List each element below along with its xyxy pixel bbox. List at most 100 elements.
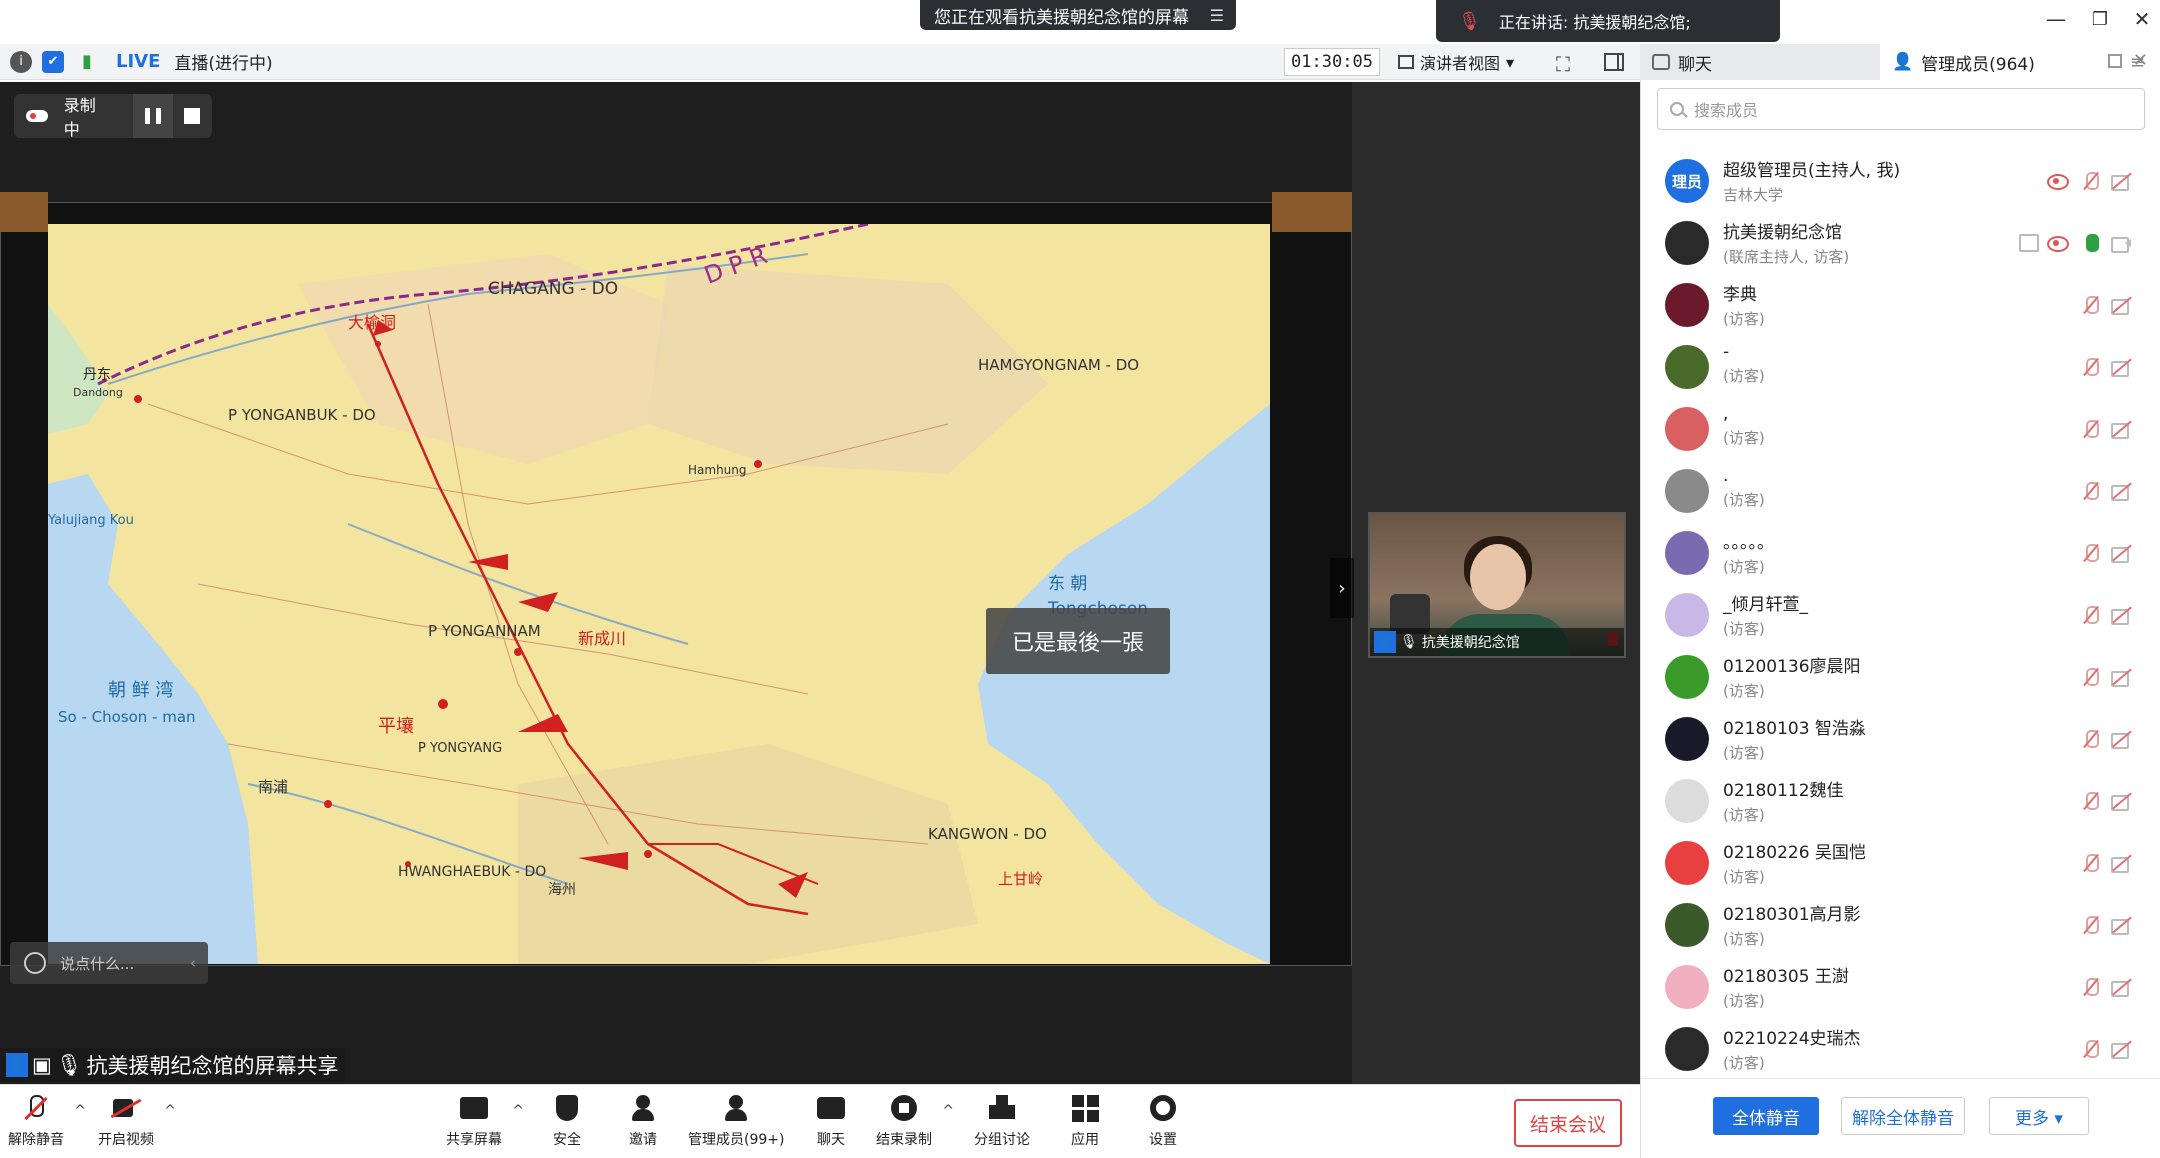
- chevron-right-icon[interactable]: ›: [1330, 558, 1354, 618]
- mute-all-button[interactable]: 全体静音: [1713, 1097, 1819, 1135]
- mic-muted-icon[interactable]: [2081, 730, 2101, 748]
- video-name-bar: 👤 🎙 抗美援朝纪念馆: [1370, 628, 1624, 656]
- chat-button[interactable]: 聊天: [816, 1093, 846, 1149]
- stop-recording-button[interactable]: [173, 94, 212, 138]
- avatar: [1665, 593, 1709, 637]
- manage-members-button[interactable]: 管理成员(99+): [688, 1093, 784, 1149]
- share-screen-icon: ▣: [32, 1053, 52, 1077]
- share-screen-button[interactable]: 共享屏幕 ^: [446, 1093, 524, 1149]
- camera-off-icon[interactable]: [2111, 482, 2131, 501]
- member-row[interactable]: 抗美援朝纪念馆 (联席主持人, 访客): [1641, 212, 2160, 274]
- emoji-icon[interactable]: [24, 952, 46, 974]
- avatar: [1665, 717, 1709, 761]
- camera-off-icon[interactable]: [2111, 358, 2131, 377]
- breakout-button[interactable]: 分组讨论: [974, 1093, 1030, 1149]
- mic-muted-icon[interactable]: [2081, 668, 2101, 686]
- camera-icon[interactable]: [2111, 234, 2131, 253]
- camera-off-icon[interactable]: [2111, 854, 2131, 873]
- member-row[interactable]: , (访客): [1641, 398, 2160, 460]
- camera-off-icon[interactable]: [2111, 544, 2131, 563]
- camera-off-icon[interactable]: [2111, 296, 2131, 315]
- start-video-button[interactable]: 开启视频 ^: [98, 1093, 176, 1149]
- chevron-up-icon[interactable]: ^: [164, 1103, 176, 1119]
- mic-muted-icon[interactable]: [2081, 482, 2101, 500]
- screen-share-area: 录制中 丹东 Dandong 大榆洞 CHAGANG - DO D P R P …: [0, 82, 1354, 1084]
- apps-button[interactable]: 应用: [1070, 1093, 1100, 1149]
- mic-muted-icon[interactable]: [2081, 792, 2101, 810]
- member-row[interactable]: 李典 (访客): [1641, 274, 2160, 336]
- member-row[interactable]: . (访客): [1641, 460, 2160, 522]
- pause-recording-button[interactable]: [133, 94, 173, 138]
- mic-icon[interactable]: [2081, 234, 2101, 252]
- tab-chat[interactable]: 聊天: [1640, 44, 1880, 80]
- panel-menu-icon[interactable]: ≡: [2130, 52, 2145, 73]
- member-row[interactable]: 。。。。。 (访客): [1641, 522, 2160, 584]
- unmute-all-button[interactable]: 解除全体静音: [1841, 1097, 1965, 1135]
- mic-muted-icon[interactable]: [2081, 1040, 2101, 1058]
- member-text: 。。。。。 (访客): [1723, 528, 1774, 577]
- chevron-up-icon[interactable]: ^: [512, 1103, 524, 1119]
- record-icon: [891, 1095, 917, 1121]
- mic-muted-icon[interactable]: [2081, 420, 2101, 438]
- breakout-label: 分组讨论: [974, 1132, 1030, 1148]
- member-row[interactable]: 02180305 王澍 (访客): [1641, 956, 2160, 1018]
- info-icon[interactable]: i: [10, 50, 32, 73]
- camera-off-icon[interactable]: [2111, 172, 2131, 191]
- mic-muted-icon[interactable]: [2081, 358, 2101, 376]
- mic-muted-icon[interactable]: [2081, 544, 2101, 562]
- chat-input[interactable]: 说点什么... ‹: [10, 942, 208, 984]
- view-mode-dropdown[interactable]: 演讲者视图 ▾: [1392, 48, 1542, 76]
- settings-button[interactable]: 设置: [1148, 1093, 1178, 1149]
- restore-button[interactable]: ❐: [2080, 4, 2120, 34]
- viewing-banner[interactable]: 您正在观看抗美援朝纪念馆的屏幕 ☰: [920, 0, 1236, 30]
- fullscreen-icon[interactable]: ⛶: [1556, 52, 1570, 76]
- member-row[interactable]: _倾月轩萱_ (访客): [1641, 584, 2160, 646]
- member-row[interactable]: - (访客): [1641, 336, 2160, 398]
- close-window-button[interactable]: ✕: [2122, 4, 2160, 34]
- end-meeting-button[interactable]: 结束会议: [1514, 1099, 1622, 1147]
- mic-muted-icon[interactable]: [2081, 172, 2101, 190]
- speaker-video-tile[interactable]: 👤 🎙 抗美援朝纪念馆: [1368, 512, 1626, 658]
- security-button[interactable]: 安全: [552, 1093, 582, 1149]
- toggle-panel-icon[interactable]: [1604, 53, 1624, 71]
- member-name: 超级管理员(主持人, 我): [1723, 161, 1901, 181]
- end-recording-button[interactable]: 结束录制 ^: [876, 1093, 954, 1149]
- mic-muted-icon[interactable]: [2081, 916, 2101, 934]
- live-label[interactable]: LIVE: [116, 51, 160, 72]
- camera-off-icon[interactable]: [2111, 916, 2131, 935]
- member-row[interactable]: 02180301高月影 (访客): [1641, 894, 2160, 956]
- camera-off-icon[interactable]: [2111, 420, 2131, 439]
- camera-off-icon[interactable]: [2111, 792, 2131, 811]
- camera-off-icon[interactable]: [2111, 668, 2131, 687]
- member-row[interactable]: 02180226 吴国恺 (访客): [1641, 832, 2160, 894]
- avatar: [1665, 779, 1709, 823]
- camera-off-icon[interactable]: [2111, 606, 2131, 625]
- chevron-up-icon[interactable]: ^: [74, 1103, 86, 1119]
- member-row[interactable]: 02180103 智浩淼 (访客): [1641, 708, 2160, 770]
- banner-menu-icon[interactable]: ☰: [1210, 6, 1224, 25]
- unmute-button[interactable]: 解除静音 ^: [8, 1093, 86, 1149]
- more-button[interactable]: 更多 ▾: [1989, 1097, 2089, 1135]
- mic-muted-icon[interactable]: [2081, 854, 2101, 872]
- mic-muted-icon[interactable]: [2081, 296, 2101, 314]
- member-row[interactable]: 02210224史瑞杰 (访客): [1641, 1018, 2160, 1080]
- invite-button[interactable]: 邀请: [628, 1093, 658, 1149]
- shield-icon[interactable]: ✔: [42, 50, 64, 73]
- camera-off-icon[interactable]: [2111, 730, 2131, 749]
- member-row[interactable]: 理员 超级管理员(主持人, 我) 吉林大学: [1641, 150, 2160, 212]
- mic-muted-icon[interactable]: [2081, 606, 2101, 624]
- signal-icon[interactable]: ▮: [74, 51, 100, 73]
- chevron-left-icon[interactable]: ‹: [190, 954, 196, 972]
- member-row[interactable]: 01200136廖晨阳 (访客): [1641, 646, 2160, 708]
- minimize-button[interactable]: —: [2036, 4, 2076, 34]
- tab-members[interactable]: 👤 管理成员(964) ✕: [1880, 44, 2160, 80]
- popout-icon[interactable]: [2108, 54, 2122, 68]
- camera-off-icon[interactable]: [2111, 978, 2131, 997]
- chevron-up-icon[interactable]: ^: [942, 1103, 954, 1119]
- member-role: (访客): [1723, 682, 1765, 700]
- camera-off-icon[interactable]: [2111, 1040, 2131, 1059]
- member-search-input[interactable]: 搜索成员: [1657, 88, 2145, 130]
- member-row[interactable]: 02180112魏佳 (访客): [1641, 770, 2160, 832]
- live-status[interactable]: 直播(进行中): [174, 49, 272, 74]
- mic-muted-icon[interactable]: [2081, 978, 2101, 996]
